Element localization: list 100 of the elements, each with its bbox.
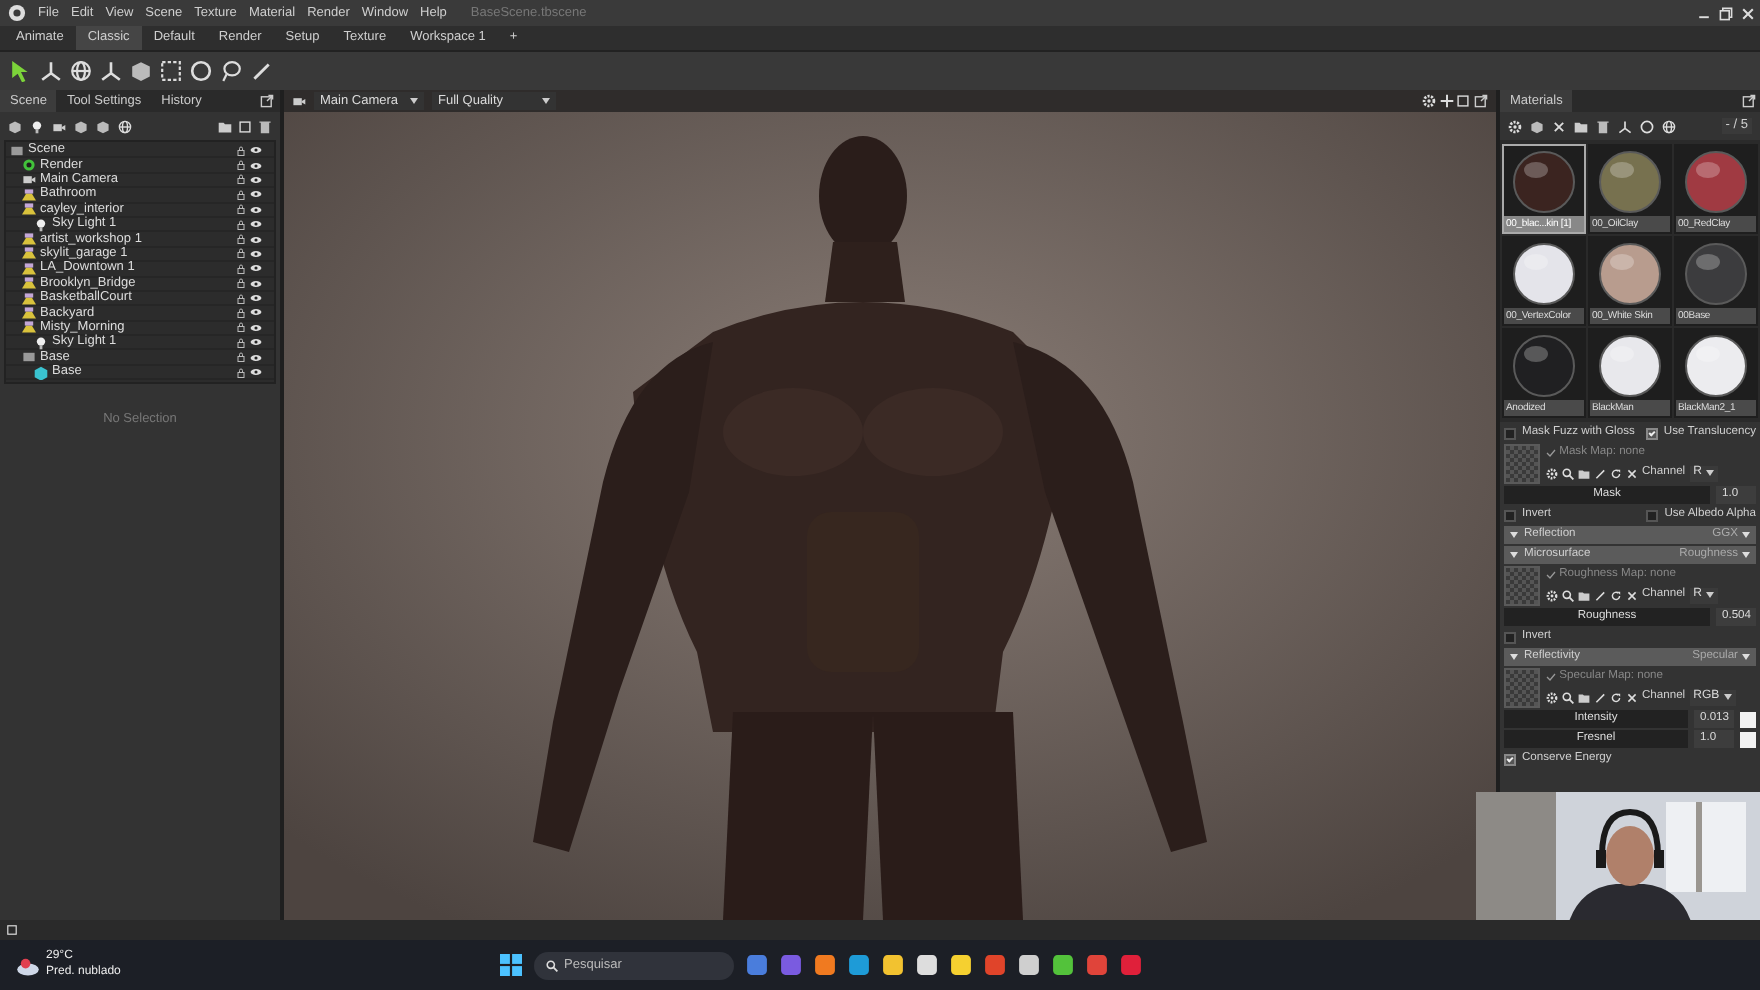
lock-icon[interactable] [236, 263, 246, 274]
close-icon[interactable] [1626, 691, 1638, 704]
select-tool-icon[interactable] [10, 60, 32, 82]
check-icon [1546, 570, 1556, 581]
lock-icon[interactable] [236, 219, 246, 230]
close-icon[interactable] [1626, 589, 1638, 602]
weather-cloud-icon[interactable] [16, 953, 40, 977]
material-sphere-icon [1512, 241, 1576, 305]
reload-icon[interactable] [1610, 467, 1622, 480]
app-icon[interactable] [1052, 954, 1074, 976]
light-bulb-icon [34, 335, 48, 350]
eye-icon[interactable] [250, 188, 262, 201]
checkbox[interactable] [1504, 753, 1516, 765]
material-sphere-icon [1598, 241, 1662, 305]
eye-icon[interactable] [250, 292, 262, 305]
app-icon[interactable] [950, 954, 972, 976]
marquee-select-icon[interactable] [160, 60, 182, 82]
checkbox[interactable] [1504, 427, 1516, 439]
lock-icon[interactable] [236, 204, 246, 215]
axes-icon[interactable] [100, 60, 122, 82]
popout-icon[interactable] [260, 94, 274, 108]
settings-icon[interactable] [1546, 589, 1558, 602]
app-icon[interactable] [916, 954, 938, 976]
lock-icon[interactable] [236, 322, 246, 333]
app-icon[interactable] [1018, 954, 1040, 976]
lock-icon[interactable] [236, 234, 246, 245]
lock-icon[interactable] [236, 174, 246, 185]
folder-icon[interactable] [1578, 589, 1590, 602]
app-icon[interactable] [814, 954, 836, 976]
eye-icon[interactable] [250, 262, 262, 275]
checkbox[interactable] [1645, 427, 1658, 439]
close-icon[interactable] [1740, 5, 1757, 21]
eye-icon[interactable] [250, 247, 262, 260]
mesh-icon [34, 365, 48, 380]
material-sphere-icon [1512, 333, 1576, 397]
checkbox[interactable] [1504, 631, 1516, 643]
app-icon[interactable] [848, 954, 870, 976]
lock-icon[interactable] [236, 367, 246, 378]
popout-icon[interactable] [1742, 94, 1756, 108]
brush-icon[interactable] [1594, 467, 1606, 480]
material-sphere-icon [1684, 149, 1748, 213]
eye-icon[interactable] [250, 233, 262, 246]
lock-icon[interactable] [236, 352, 246, 363]
app-logo-icon[interactable] [8, 4, 26, 22]
settings-icon[interactable] [1546, 467, 1558, 480]
checkbox[interactable] [1504, 509, 1516, 521]
duplicate-icon[interactable] [237, 119, 252, 133]
trash-icon[interactable] [258, 119, 272, 133]
search-icon[interactable] [1562, 691, 1574, 704]
lock-icon[interactable] [236, 278, 246, 289]
search-icon [546, 959, 558, 971]
lasso-icon[interactable] [220, 60, 242, 82]
search-icon[interactable] [1562, 589, 1574, 602]
color-swatch[interactable] [1740, 731, 1756, 747]
light-bulb-icon [34, 217, 48, 232]
eye-icon[interactable] [250, 336, 262, 349]
lock-icon[interactable] [236, 145, 246, 156]
maximize-icon[interactable] [1456, 94, 1471, 108]
eye-icon[interactable] [250, 159, 262, 172]
eye-icon[interactable] [250, 366, 262, 379]
eye-icon[interactable] [250, 144, 262, 157]
brush-icon[interactable] [1594, 691, 1606, 704]
eye-icon[interactable] [250, 351, 262, 364]
lock-icon[interactable] [236, 189, 246, 200]
restore-icon[interactable] [1718, 5, 1735, 21]
color-swatch[interactable] [1740, 711, 1756, 727]
eye-icon[interactable] [250, 173, 262, 186]
lock-icon[interactable] [236, 160, 246, 171]
popout-icon[interactable] [1474, 94, 1488, 108]
reload-icon[interactable] [1610, 691, 1622, 704]
search-icon[interactable] [1562, 467, 1574, 480]
close-icon[interactable] [1626, 467, 1638, 480]
settings-icon[interactable] [1422, 94, 1437, 108]
brush-icon[interactable] [1594, 589, 1606, 602]
eye-icon[interactable] [250, 277, 262, 290]
material-sphere-icon [1598, 333, 1662, 397]
reload-icon[interactable] [1610, 589, 1622, 602]
circle-select-icon[interactable] [190, 60, 212, 82]
folder-icon[interactable] [217, 119, 231, 133]
lock-icon[interactable] [236, 307, 246, 318]
eye-icon[interactable] [250, 321, 262, 334]
settings-icon[interactable] [1546, 691, 1558, 704]
move-icon[interactable] [1439, 94, 1454, 108]
check-icon [1546, 672, 1556, 683]
camera-icon[interactable] [292, 94, 306, 108]
lock-icon[interactable] [236, 337, 246, 348]
app-icon[interactable] [882, 954, 904, 976]
start-icon[interactable] [500, 954, 522, 976]
eye-icon[interactable] [250, 306, 262, 319]
globe-icon[interactable] [70, 60, 92, 82]
material-sphere-icon [1684, 241, 1748, 305]
transform-tool-icon[interactable] [40, 60, 62, 82]
checkbox[interactable] [1646, 509, 1659, 521]
eye-icon[interactable] [250, 203, 262, 216]
folder-icon[interactable] [1578, 467, 1590, 480]
brush-icon[interactable] [250, 60, 272, 82]
lock-icon[interactable] [236, 293, 246, 304]
eye-icon[interactable] [250, 218, 262, 231]
folder-icon[interactable] [1578, 691, 1590, 704]
lock-icon[interactable] [236, 248, 246, 259]
